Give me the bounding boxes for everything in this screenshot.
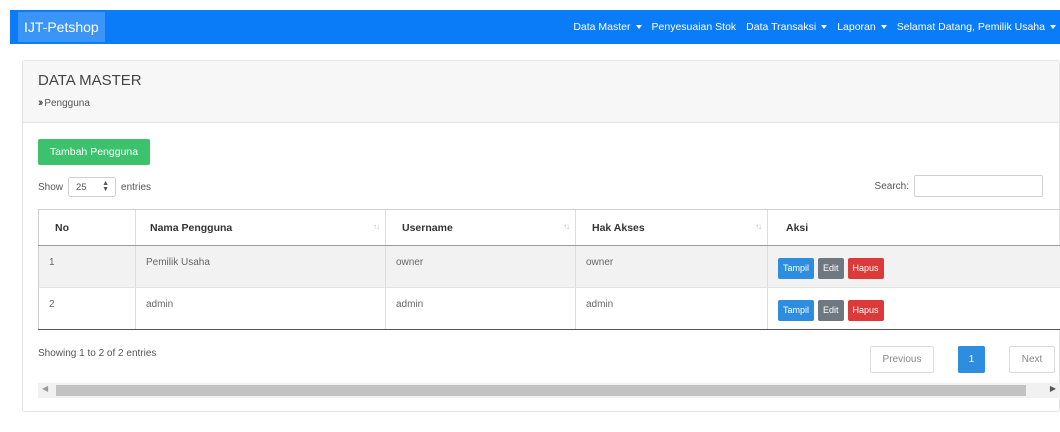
- column-header-label: Username: [402, 222, 453, 234]
- cell-aksi: Tampil Edit Hapus: [767, 288, 1060, 329]
- column-header-label: Aksi: [786, 222, 809, 234]
- cell-text: owner: [396, 257, 424, 268]
- sort-icon: ↑↓: [563, 222, 570, 231]
- edit-button[interactable]: Edit: [818, 300, 844, 321]
- search-control: Search:: [875, 175, 1043, 197]
- column-header-username[interactable]: Username ↑↓: [385, 210, 575, 245]
- cell-nama: Pemilik Usaha: [135, 246, 385, 287]
- cell-hak-akses: owner: [575, 246, 767, 287]
- column-header-label: Nama Pengguna: [150, 222, 233, 234]
- column-header-label: No: [55, 222, 69, 234]
- entries-length-control: Show 25 ▲ ▼ entries: [38, 176, 151, 198]
- view-button[interactable]: Tampil: [778, 300, 815, 321]
- caret-down-icon: [1050, 25, 1056, 29]
- next-page-button[interactable]: Next: [1009, 346, 1055, 373]
- caret-down-icon: [880, 25, 887, 29]
- entries-select[interactable]: 25 ▲ ▼: [68, 177, 117, 197]
- column-header-nama-pengguna[interactable]: Nama Pengguna ↑↓: [135, 210, 385, 245]
- show-label: Show: [38, 181, 64, 193]
- cell-text: 1: [49, 257, 55, 268]
- nav-data-transaksi[interactable]: Data Transaksi: [746, 21, 828, 33]
- nav-user-menu-label: Selamat Datang, Pemilik Usaha: [896, 21, 1045, 33]
- nav-data-master-label: Data Master: [573, 21, 631, 33]
- double-chevron-right-icon: ››: [38, 97, 44, 109]
- row-actions: Tampil Edit Hapus: [778, 300, 884, 321]
- column-header-aksi: Aksi: [767, 210, 1060, 245]
- table-row: 1 Pemilik Usaha owner owner Tampil Edit …: [38, 246, 1060, 288]
- previous-page-button[interactable]: Previous: [870, 346, 934, 373]
- select-arrows-icon: ▲ ▼: [102, 180, 110, 193]
- column-header-label: Hak Akses: [592, 222, 645, 234]
- nav-menu: Data Master Penyesuaian Stok Data Transa…: [563, 10, 1056, 44]
- brand-logo[interactable]: IJT-Petshop: [18, 12, 105, 42]
- delete-button[interactable]: Hapus: [847, 300, 884, 321]
- nav-penyesuaian-stok[interactable]: Penyesuaian Stok: [652, 21, 737, 33]
- nav-data-transaksi-label: Data Transaksi: [746, 21, 817, 33]
- page-title: DATA MASTER: [38, 72, 142, 89]
- cell-text: owner: [586, 257, 614, 268]
- delete-button[interactable]: Hapus: [847, 258, 884, 279]
- table-info: Showing 1 to 2 of 2 entries: [38, 348, 157, 359]
- row-actions: Tampil Edit Hapus: [778, 258, 884, 279]
- breadcrumb-current: Pengguna: [44, 97, 90, 109]
- scrollbar-thumb[interactable]: [56, 385, 1026, 396]
- horizontal-scrollbar[interactable]: ◀ ▶: [38, 383, 1060, 398]
- view-button[interactable]: Tampil: [778, 258, 815, 279]
- top-navbar: IJT-Petshop Data Master Penyesuaian Stok…: [10, 10, 1060, 44]
- column-header-hak-akses[interactable]: Hak Akses ↑↓: [575, 210, 767, 245]
- entries-label: entries: [121, 181, 152, 193]
- cell-no: 1: [38, 246, 135, 287]
- search-label: Search:: [874, 180, 909, 192]
- scroll-left-icon[interactable]: ◀: [42, 384, 48, 393]
- main-panel: DATA MASTER ›› Pengguna Tambah Pengguna …: [22, 60, 1060, 412]
- cell-text: admin: [586, 299, 614, 310]
- breadcrumb: ›› Pengguna: [38, 97, 90, 109]
- cell-text: admin: [146, 299, 174, 310]
- pagination: Previous 1 Next: [870, 346, 1055, 373]
- caret-down-icon: [821, 25, 828, 29]
- scroll-right-icon[interactable]: ▶: [1050, 384, 1056, 393]
- nav-penyesuaian-stok-label: Penyesuaian Stok: [651, 21, 737, 33]
- table-row: 2 admin admin admin Tampil Edit Hapus: [38, 288, 1060, 330]
- table-header-row: No Nama Pengguna ↑↓ Username ↑↓ Hak Akses ↑…: [38, 209, 1060, 246]
- sort-icon: ↑↓: [755, 222, 762, 231]
- cell-text: 2: [49, 299, 55, 310]
- nav-data-master[interactable]: Data Master: [573, 21, 642, 33]
- cell-hak-akses: admin: [575, 288, 767, 329]
- nav-laporan-label: Laporan: [837, 21, 876, 33]
- search-input[interactable]: [914, 175, 1043, 197]
- column-header-no[interactable]: No: [38, 210, 135, 245]
- entries-select-value: 25: [76, 181, 87, 193]
- nav-laporan[interactable]: Laporan: [837, 21, 887, 33]
- cell-text: admin: [396, 299, 424, 310]
- cell-username: owner: [385, 246, 575, 287]
- cell-aksi: Tampil Edit Hapus: [767, 246, 1060, 287]
- sort-icon: ↑↓: [373, 222, 380, 231]
- add-user-button[interactable]: Tambah Pengguna: [38, 139, 150, 165]
- panel-header: DATA MASTER ›› Pengguna: [23, 61, 1059, 123]
- cell-username: admin: [385, 288, 575, 329]
- cell-text: Pemilik Usaha: [146, 257, 210, 268]
- nav-user-menu[interactable]: Selamat Datang, Pemilik Usaha: [897, 21, 1056, 33]
- page-1-button[interactable]: 1: [958, 346, 985, 373]
- caret-down-icon: [635, 25, 642, 29]
- cell-nama: admin: [135, 288, 385, 329]
- cell-no: 2: [38, 288, 135, 329]
- edit-button[interactable]: Edit: [818, 258, 844, 279]
